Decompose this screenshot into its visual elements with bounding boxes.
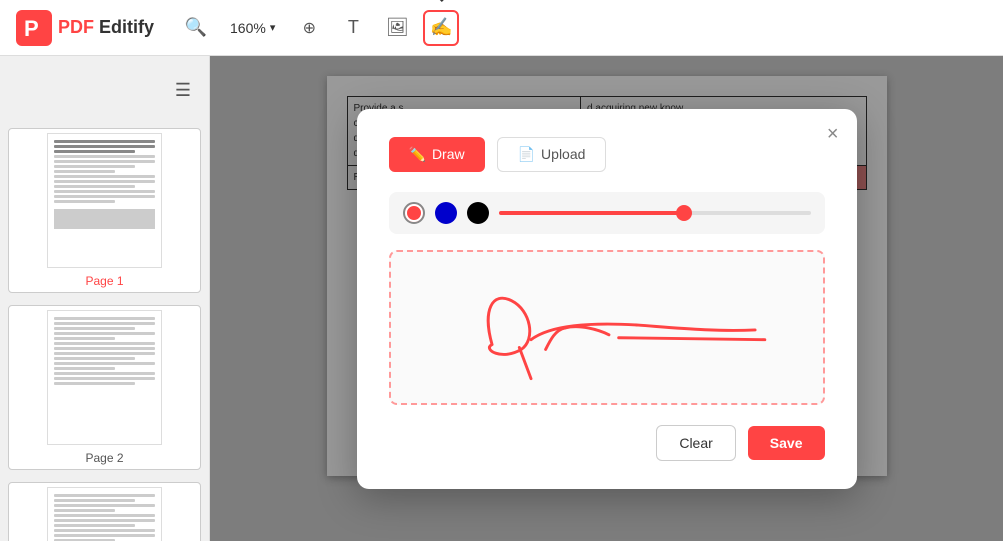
draw-tab[interactable]: ✏️ Draw [389,137,485,172]
signature-icon: ✍ [430,17,452,38]
clear-button[interactable]: Clear [656,425,735,461]
page-thumb-3[interactable]: Page 3 [8,482,201,541]
add-signature-modal: × ✏️ Draw 📄 Upload [357,109,857,489]
upload-tab[interactable]: 📄 Upload [497,137,607,172]
page-2-preview [47,310,162,445]
color-blue-dot[interactable] [435,202,457,224]
thumb-line [54,165,135,168]
modal-overlay: × ✏️ Draw 📄 Upload [210,56,1003,541]
upload-icon: 📄 [518,146,535,163]
thumb-line [54,175,155,178]
thumb-line [54,504,155,507]
thumb-line [54,160,155,163]
thumb-line [54,367,115,370]
signature-drawing [391,252,823,403]
app-name: PDF Editify [58,17,154,38]
page-2-label: Page 2 [85,451,123,465]
thumb-line [54,332,155,335]
thumb-line [54,362,155,365]
draw-tab-label: Draw [432,146,465,162]
logo-icon: P [16,10,52,46]
pdf-content-area: Provide a scompetenceduring thisdevelopm… [210,56,1003,541]
thumb-line [54,145,155,148]
toolbar: P PDF Editify 🔍 160% ▾ ⊕ T 🖼 Add Signatu… [0,0,1003,56]
thumb-line [54,347,155,350]
modal-footer: Clear Save [389,425,825,461]
main-area: ☰ Page 1 [0,56,1003,541]
thumb-line [54,322,155,325]
close-button[interactable]: × [827,123,839,146]
thumb-line [54,352,155,355]
thumb-line [54,494,155,497]
color-black-dot[interactable] [467,202,489,224]
modal-tabs: ✏️ Draw 📄 Upload [389,137,825,172]
thumb-line [54,150,135,153]
zoom-in-button[interactable]: ⊕ [291,10,327,46]
thumb-line [54,317,155,320]
zoom-out-icon: 🔍 [185,17,207,38]
stroke-width-slider[interactable] [499,211,811,215]
thumb-line [54,514,155,517]
thumb-line [54,372,155,375]
upload-tab-label: Upload [541,146,585,162]
sidebar: ☰ Page 1 [0,56,210,541]
page-1-label: Page 1 [85,274,123,288]
text-tool-icon: T [348,17,359,38]
thumb-line [54,180,155,183]
thumb-line [54,499,135,502]
zoom-out-button[interactable]: 🔍 [178,10,214,46]
save-button[interactable]: Save [748,426,825,460]
zoom-level-button[interactable]: 160% ▾ [222,16,283,40]
image-tool-icon: 🖼 [386,17,409,38]
draw-icon: ✏️ [409,146,426,163]
thumb-block [54,209,155,229]
page-3-preview [47,487,162,541]
svg-text:P: P [24,16,39,41]
thumb-line [54,357,135,360]
sidebar-toggle-button[interactable]: ☰ [165,72,201,108]
page-thumb-1[interactable]: Page 1 [8,128,201,293]
color-stroke-controls [389,192,825,234]
thumb-line [54,534,155,537]
app-logo: P PDF Editify [16,10,154,46]
signature-tooltip-wrapper: Add Signature ✍ [423,10,459,46]
thumb-line [54,185,135,188]
page-1-preview [47,133,162,268]
list-icon: ☰ [175,80,191,101]
thumb-line [54,337,115,340]
thumb-line [54,200,115,203]
thumb-line [54,524,135,527]
thumb-line [54,195,155,198]
thumb-line [54,509,115,512]
thumb-line [54,170,115,173]
thumb-line [54,327,135,330]
chevron-down-icon: ▾ [270,21,276,34]
zoom-in-icon: ⊕ [303,18,316,38]
color-red-dot[interactable] [403,202,425,224]
thumb-line [54,382,135,385]
text-tool-button[interactable]: T [335,10,371,46]
thumb-line [54,342,155,345]
thumb-line [54,519,155,522]
signature-canvas-area[interactable] [389,250,825,405]
thumb-line [54,190,155,193]
page-thumb-2[interactable]: Page 2 [8,305,201,470]
thumb-line [54,377,155,380]
thumb-line [54,155,155,158]
image-tool-button[interactable]: 🖼 [379,10,415,46]
signature-tool-button[interactable]: ✍ [423,10,459,46]
thumb-line [54,529,155,532]
sidebar-header: ☰ [8,68,201,116]
zoom-level-value: 160% [230,20,266,36]
thumb-line [54,140,155,143]
